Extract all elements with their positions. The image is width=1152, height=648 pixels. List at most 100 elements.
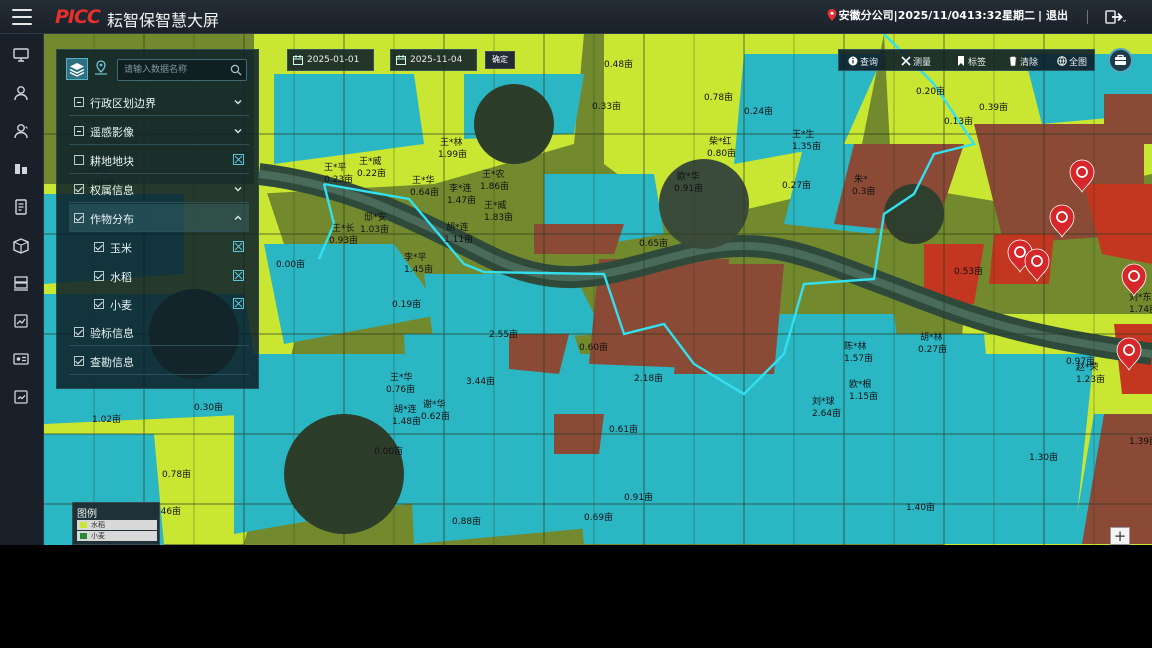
layer-checkbox[interactable] bbox=[74, 155, 84, 165]
report-icon[interactable] bbox=[11, 388, 31, 406]
user-icon[interactable] bbox=[11, 84, 31, 102]
parcel-label[interactable]: 1.40亩 bbox=[906, 501, 935, 513]
parcel-label[interactable]: 0.97亩 bbox=[1066, 355, 1095, 367]
parcel-label[interactable]: 0.30亩 bbox=[194, 401, 223, 413]
parcel-label[interactable]: 2.55亩 bbox=[489, 328, 518, 340]
layer-item-8[interactable]: 验标信息 bbox=[69, 318, 249, 346]
parcel-label[interactable]: 胡*连 bbox=[394, 403, 417, 415]
parcel-label[interactable]: 0.20亩 bbox=[916, 85, 945, 97]
start-date-picker[interactable]: 2025-01-01 bbox=[287, 49, 374, 71]
parcel-label[interactable]: 0.13亩 bbox=[944, 115, 973, 127]
parcel-label[interactable]: 0.64亩 bbox=[410, 186, 439, 198]
full-extent-button[interactable]: 全图 bbox=[1057, 54, 1087, 68]
parcel-label[interactable]: 0.27亩 bbox=[918, 343, 947, 355]
parcel-label[interactable]: 0.00亩 bbox=[374, 445, 403, 457]
parcel-label[interactable]: 王*林 bbox=[440, 136, 463, 148]
parcel-label[interactable]: 胡*林 bbox=[920, 331, 943, 343]
parcel-label[interactable]: 3.44亩 bbox=[466, 375, 495, 387]
parcel-label[interactable]: 0.53亩 bbox=[954, 265, 983, 277]
parcel-label[interactable]: 1.03亩 bbox=[360, 223, 389, 235]
parcel-label[interactable]: 0.78亩 bbox=[704, 91, 733, 103]
parcel-label[interactable]: 1.35亩 bbox=[792, 140, 821, 152]
layer-checkbox[interactable] bbox=[74, 184, 84, 194]
parcel-label[interactable]: 陈*林 bbox=[844, 340, 867, 352]
parcel-label[interactable]: 1.99亩 bbox=[438, 148, 467, 160]
parcel-label[interactable]: 0.24亩 bbox=[744, 105, 773, 117]
layer-checkbox[interactable] bbox=[74, 327, 84, 337]
parcel-label[interactable]: 0.93亩 bbox=[329, 234, 358, 246]
layer-checkbox[interactable] bbox=[94, 271, 104, 281]
server-icon[interactable] bbox=[11, 274, 31, 292]
parcel-label[interactable]: 王*平 bbox=[324, 162, 347, 173]
users-icon[interactable] bbox=[11, 122, 31, 140]
parcel-label[interactable]: 谢*华 bbox=[423, 398, 446, 410]
grid-icon[interactable] bbox=[233, 154, 244, 165]
layer-item-1[interactable]: 遥感影像 bbox=[69, 117, 249, 145]
layer-item-9[interactable]: 查勘信息 bbox=[69, 347, 249, 375]
id-card-icon[interactable] bbox=[11, 350, 31, 368]
parcel-label[interactable]: 0.19亩 bbox=[392, 298, 421, 310]
parcel-label[interactable]: 1.74亩 bbox=[1129, 303, 1152, 315]
parcel-label[interactable]: 1.45亩 bbox=[404, 263, 433, 275]
parcel-label[interactable]: 李*连 bbox=[449, 182, 472, 194]
parcel-label[interactable]: 王*农 bbox=[482, 168, 505, 180]
parcel-label[interactable]: 1.39亩 bbox=[1129, 435, 1152, 447]
exit-icon[interactable] bbox=[1104, 8, 1126, 26]
chevron-down-icon[interactable] bbox=[233, 97, 243, 107]
parcel-label[interactable]: 1.57亩 bbox=[844, 352, 873, 364]
layer-checkbox[interactable] bbox=[94, 299, 104, 309]
logout-link[interactable]: 退出 bbox=[1046, 7, 1068, 23]
parcel-label[interactable]: 0.76亩 bbox=[386, 383, 415, 395]
zoom-in-button[interactable]: + bbox=[1110, 527, 1130, 545]
layer-item-2[interactable]: 耕地地块 bbox=[69, 146, 249, 174]
parcel-label[interactable]: 0.91亩 bbox=[624, 491, 653, 503]
parcel-label[interactable]: 邸*安 bbox=[364, 211, 387, 223]
layer-switch-button[interactable] bbox=[1108, 48, 1133, 73]
layer-checkbox[interactable] bbox=[74, 213, 84, 223]
layer-checkbox[interactable] bbox=[74, 126, 84, 136]
parcel-label[interactable]: 欧*根 bbox=[849, 378, 872, 390]
layer-item-3[interactable]: 权属信息 bbox=[69, 175, 249, 203]
parcel-label[interactable]: 1.23亩 bbox=[1076, 373, 1105, 385]
parcel-label[interactable]: 0.22亩 bbox=[357, 167, 386, 179]
chevron-down-icon[interactable] bbox=[233, 184, 243, 194]
search-icon[interactable] bbox=[230, 64, 242, 76]
layer-item-5[interactable]: 玉米 bbox=[89, 233, 249, 261]
measure-button[interactable]: 测量 bbox=[901, 54, 931, 68]
parcel-label[interactable]: 1.30亩 bbox=[1029, 451, 1058, 463]
confirm-date-button[interactable]: 确定 bbox=[485, 51, 515, 69]
parcel-label[interactable]: 王*长 bbox=[332, 222, 355, 234]
parcel-label[interactable]: 0.69亩 bbox=[584, 511, 613, 523]
parcel-label[interactable]: 王*华 bbox=[390, 371, 413, 383]
parcel-label[interactable]: 0.91亩 bbox=[674, 182, 703, 194]
monitor-icon[interactable] bbox=[11, 46, 31, 64]
parcel-label[interactable]: 王*生 bbox=[792, 128, 815, 140]
mark-button[interactable]: 标签 bbox=[956, 54, 986, 68]
parcel-label[interactable]: 王*威 bbox=[359, 155, 382, 167]
parcel-label[interactable]: 朱* bbox=[854, 173, 868, 185]
layer-checkbox[interactable] bbox=[94, 242, 104, 252]
menu-icon[interactable] bbox=[12, 9, 32, 25]
layer-item-7[interactable]: 小麦 bbox=[89, 290, 249, 318]
parcel-label[interactable]: 0.3亩 bbox=[852, 185, 875, 197]
grid-icon[interactable] bbox=[233, 270, 244, 281]
land-icon[interactable] bbox=[11, 160, 31, 178]
chevron-down-icon[interactable] bbox=[233, 126, 243, 136]
parcel-label[interactable]: 0.65亩 bbox=[639, 237, 668, 249]
grid-icon[interactable] bbox=[233, 298, 244, 309]
package-icon[interactable] bbox=[11, 236, 31, 254]
chart-icon[interactable] bbox=[11, 312, 31, 330]
parcel-label[interactable]: 0.60亩 bbox=[579, 341, 608, 353]
end-date-picker[interactable]: 2025-11-04 bbox=[390, 49, 477, 71]
parcel-label[interactable]: 1.48亩 bbox=[392, 415, 421, 427]
parcel-label[interactable]: 柴*红 bbox=[709, 135, 732, 147]
parcel-label[interactable]: 欧*华 bbox=[677, 170, 700, 182]
parcel-label[interactable]: 刘*球 bbox=[812, 395, 835, 407]
parcel-label[interactable]: 0.61亩 bbox=[609, 423, 638, 435]
parcel-label[interactable]: 王*华 bbox=[412, 174, 435, 186]
parcel-label[interactable]: 李*平 bbox=[404, 251, 427, 263]
chevron-up-icon[interactable] bbox=[233, 213, 243, 223]
parcel-label[interactable]: 1.47亩 bbox=[447, 194, 476, 206]
layer-item-4[interactable]: 作物分布 bbox=[69, 204, 249, 232]
grid-icon[interactable] bbox=[233, 241, 244, 252]
